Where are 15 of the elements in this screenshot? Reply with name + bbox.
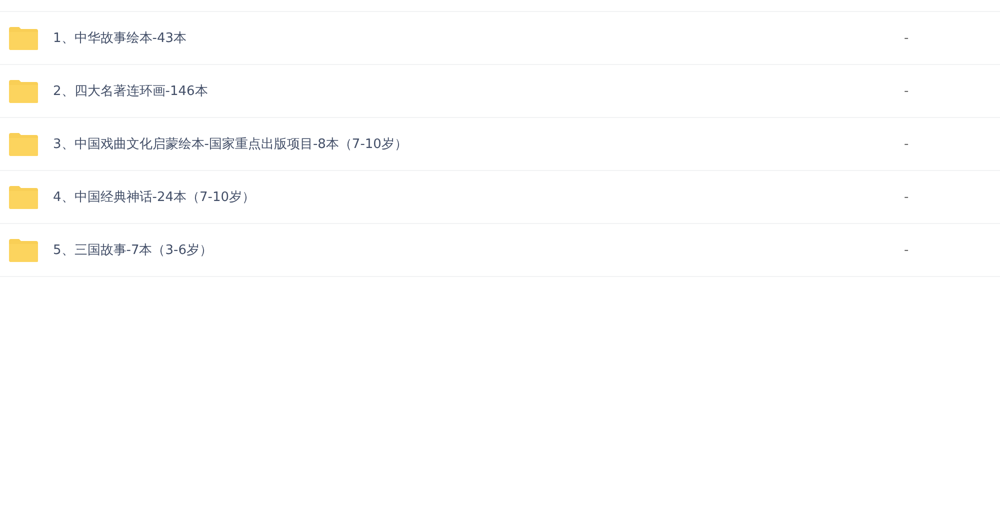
file-name[interactable]: 4、中国经典神话-24本（7-10岁）	[53, 188, 904, 206]
file-name[interactable]: 5、三国故事-7本（3-6岁）	[53, 241, 904, 259]
file-size: -	[904, 136, 910, 152]
folder-icon	[8, 184, 39, 210]
file-name[interactable]: 2、四大名著连环画-146本	[53, 82, 904, 100]
folder-icon	[8, 132, 39, 156]
file-size: -	[904, 30, 910, 46]
file-size: -	[904, 190, 910, 204]
folder-icon	[8, 26, 39, 50]
file-size: -	[904, 242, 910, 258]
file-size: -	[904, 84, 910, 98]
file-name[interactable]: 3、中国戏曲文化启蒙绘本-国家重点出版项目-8本（7-10岁）	[53, 135, 904, 153]
file-name[interactable]: 1、中华故事绘本-43本	[53, 29, 904, 47]
folder-icon	[8, 238, 39, 262]
folder-icon	[8, 78, 39, 104]
